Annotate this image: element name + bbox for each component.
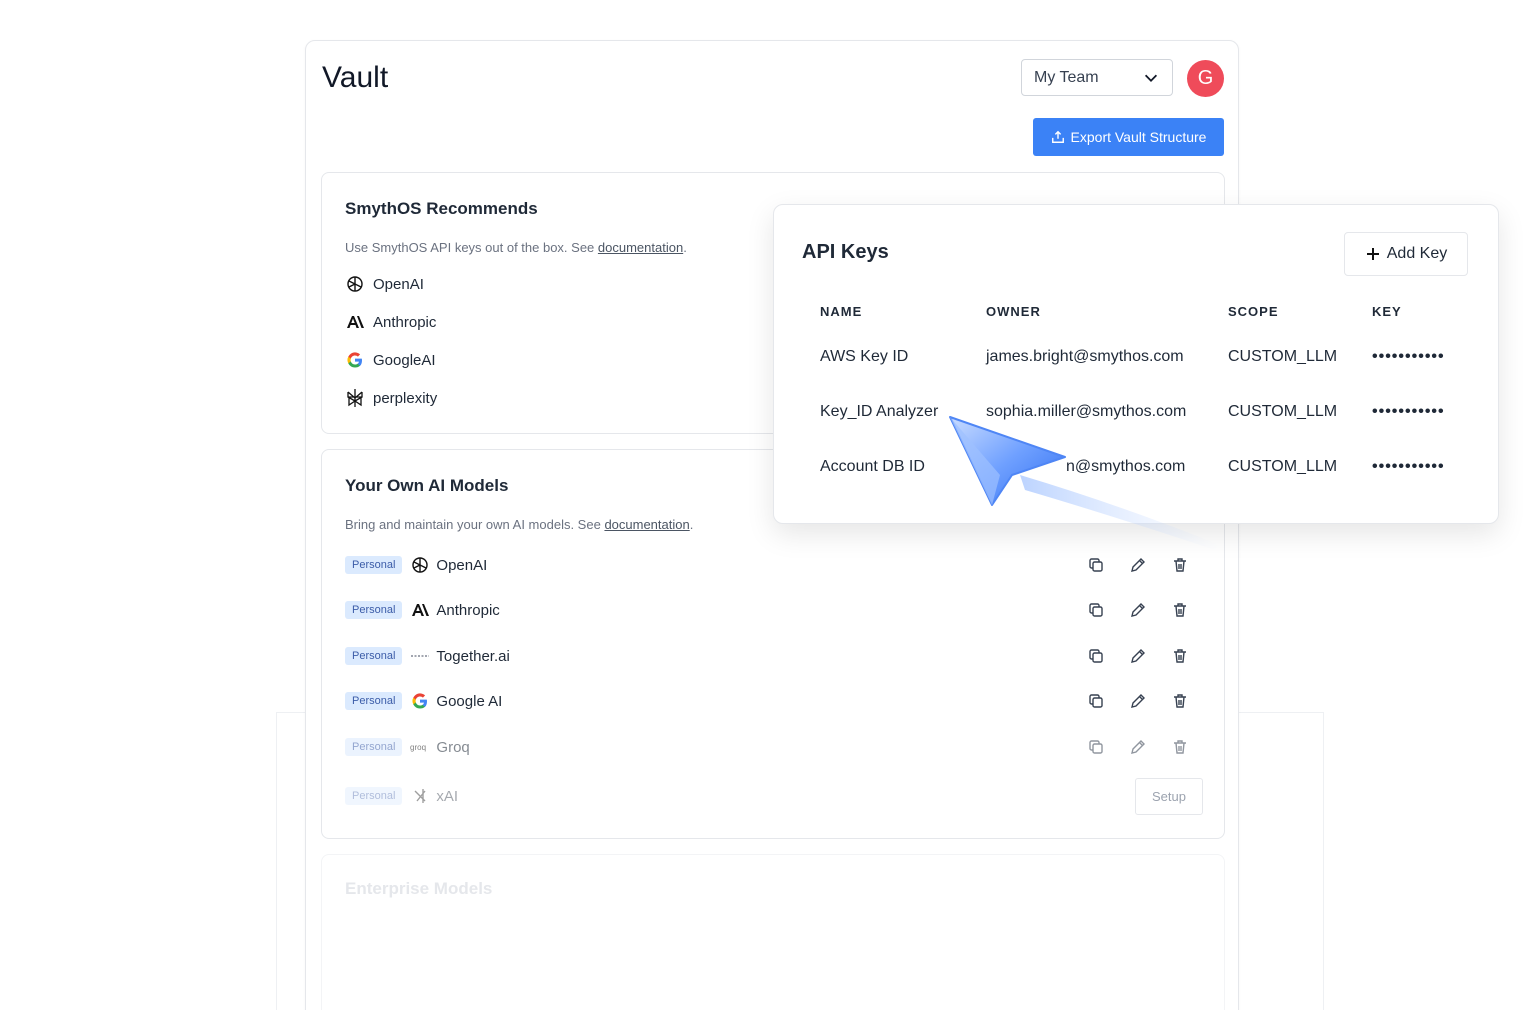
key-name: Key_ID Analyzer <box>820 403 939 420</box>
recommends-desc: Use SmythOS API keys out of the box. See… <box>345 240 687 255</box>
model-name: xAI <box>436 787 459 805</box>
vault-window: Vault My Team G Export Vault Structure S… <box>305 40 1239 1010</box>
personal-badge: Personal <box>345 787 403 805</box>
key-value: ••••••••••• <box>1372 348 1445 365</box>
model-row-xai: Personal xAI Setup <box>345 777 1203 815</box>
personal-badge: Personal <box>345 556 403 574</box>
together-icon <box>410 646 430 666</box>
model-name: Together.ai <box>436 647 510 665</box>
copy-icon[interactable] <box>1087 556 1105 574</box>
export-button-label: Export Vault Structure <box>1070 129 1207 145</box>
perplexity-icon <box>345 388 365 408</box>
trash-icon[interactable] <box>1171 647 1189 665</box>
export-icon <box>1051 130 1064 143</box>
enterprise-card: Enterprise Models <box>321 854 1225 1010</box>
edit-icon[interactable] <box>1129 738 1147 756</box>
column-header-name: NAME <box>820 304 863 319</box>
key-scope: CUSTOM_LLM <box>1228 458 1338 475</box>
provider-perplexity: perplexity <box>345 388 437 408</box>
model-name: Google AI <box>436 692 503 710</box>
api-keys-panel: API Keys Add Key NAME OWNER SCOPE KEY AW… <box>773 204 1499 524</box>
team-select-value: My Team <box>1034 68 1099 86</box>
setup-button[interactable]: Setup <box>1135 777 1203 815</box>
avatar[interactable]: G <box>1187 60 1224 97</box>
edit-icon[interactable] <box>1129 692 1147 710</box>
xai-icon <box>410 786 430 806</box>
column-header-owner: OWNER <box>986 304 1041 319</box>
vault-screen: Vault My Team G Export Vault Structure S… <box>0 0 1536 1010</box>
model-row-google: Personal Google AI <box>345 686 1203 716</box>
key-value: ••••••••••• <box>1372 403 1445 420</box>
anthropic-icon <box>345 312 365 332</box>
groq-icon: groq <box>410 737 430 757</box>
key-name: Account DB ID <box>820 458 925 475</box>
export-vault-button[interactable]: Export Vault Structure <box>1033 118 1224 156</box>
key-owner: n@smythos.com <box>1066 458 1186 475</box>
personal-badge: Personal <box>345 647 403 665</box>
own-models-title: Your Own AI Models <box>345 476 509 495</box>
add-key-button[interactable]: Add Key <box>1344 232 1468 276</box>
edit-icon[interactable] <box>1129 601 1147 619</box>
trash-icon[interactable] <box>1171 601 1189 619</box>
edit-icon[interactable] <box>1129 647 1147 665</box>
model-name: OpenAI <box>436 556 488 574</box>
model-row-groq: Personal groq Groq <box>345 732 1203 762</box>
documentation-link[interactable]: documentation <box>604 517 689 532</box>
api-keys-title: API Keys <box>802 241 889 263</box>
copy-icon[interactable] <box>1087 601 1105 619</box>
plus-icon <box>1366 248 1379 260</box>
svg-text:groq: groq <box>410 743 426 752</box>
row-actions <box>1087 556 1189 574</box>
add-key-label: Add Key <box>1386 245 1448 262</box>
model-row-openai: Personal OpenAI <box>345 550 1203 580</box>
row-actions <box>1087 692 1189 710</box>
edit-icon[interactable] <box>1129 556 1147 574</box>
model-row-together: Personal Together.ai <box>345 641 1203 671</box>
chevron-down-icon <box>1144 74 1158 82</box>
google-icon <box>410 691 430 711</box>
personal-badge: Personal <box>345 692 403 710</box>
copy-icon[interactable] <box>1087 738 1105 756</box>
model-row-anthropic: Personal Anthropic <box>345 595 1203 625</box>
key-name: AWS Key ID <box>820 348 909 365</box>
provider-openai: OpenAI <box>345 274 424 294</box>
documentation-link[interactable]: documentation <box>598 240 683 255</box>
enterprise-title: Enterprise Models <box>345 879 493 898</box>
openai-icon <box>345 274 365 294</box>
recommends-title: SmythOS Recommends <box>345 199 538 218</box>
trash-icon[interactable] <box>1171 556 1189 574</box>
row-actions <box>1087 647 1189 665</box>
key-owner: james.bright@smythos.com <box>986 348 1184 365</box>
copy-icon[interactable] <box>1087 647 1105 665</box>
key-scope: CUSTOM_LLM <box>1228 348 1338 365</box>
row-actions <box>1087 738 1189 756</box>
key-value: ••••••••••• <box>1372 458 1445 475</box>
column-header-key: KEY <box>1372 304 1402 319</box>
personal-badge: Personal <box>345 601 403 619</box>
trash-icon[interactable] <box>1171 738 1189 756</box>
copy-icon[interactable] <box>1087 692 1105 710</box>
provider-anthropic: Anthropic <box>345 312 436 332</box>
trash-icon[interactable] <box>1171 692 1189 710</box>
provider-google: GoogleAI <box>345 350 436 370</box>
personal-badge: Personal <box>345 738 403 756</box>
anthropic-icon <box>410 600 430 620</box>
key-owner: sophia.miller@smythos.com <box>986 403 1187 420</box>
model-name: Groq <box>436 738 470 756</box>
column-header-scope: SCOPE <box>1228 304 1279 319</box>
google-icon <box>345 350 365 370</box>
openai-icon <box>410 555 430 575</box>
page-title: Vault <box>322 61 389 94</box>
team-select[interactable]: My Team <box>1021 59 1173 96</box>
row-actions <box>1087 601 1189 619</box>
key-scope: CUSTOM_LLM <box>1228 403 1338 420</box>
own-models-desc: Bring and maintain your own AI models. S… <box>345 517 694 532</box>
model-name: Anthropic <box>436 601 500 619</box>
